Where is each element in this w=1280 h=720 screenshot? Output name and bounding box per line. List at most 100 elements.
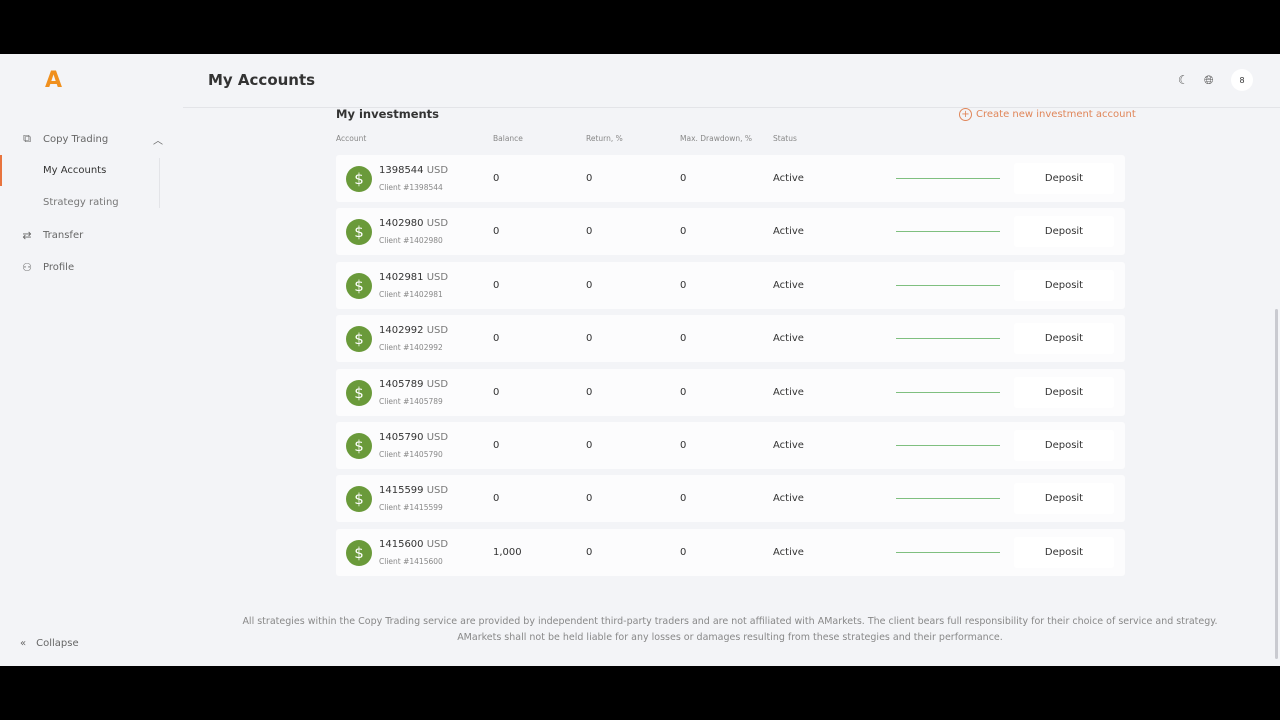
deposit-button[interactable]: Deposit: [1014, 483, 1114, 515]
table-row[interactable]: $ 1415600 USD Client #1415600 1,000 0 0 …: [336, 528, 1125, 576]
currency: USD: [426, 165, 449, 176]
create-investment-account-button[interactable]: + Create new investment account: [959, 108, 1136, 121]
sidebar-item-my-accounts[interactable]: My Accounts: [43, 165, 106, 176]
currency: USD: [426, 432, 449, 443]
table-row[interactable]: $ 1415599 USD Client #1415599 0 0 0 Acti…: [336, 475, 1125, 523]
table-row[interactable]: $ 1405789 USD Client #1405789 0 0 0 Acti…: [336, 368, 1125, 416]
app: A ⧉ Copy Trading ︿ My Accounts Strategy …: [0, 54, 1280, 666]
currency: USD: [426, 271, 449, 283]
deposit-button[interactable]: Deposit: [1014, 430, 1114, 461]
plus-circle-icon: +: [959, 108, 972, 121]
drawdown: 0: [680, 546, 687, 558]
scrollbar[interactable]: [1275, 309, 1278, 659]
sparkline: [896, 178, 1000, 179]
sparkline: [896, 284, 1000, 286]
balance: 0: [493, 173, 500, 184]
drawdown: 0: [680, 333, 687, 345]
table-row[interactable]: $ 1402992 USD Client #1402992 0 0 0 Acti…: [336, 315, 1125, 363]
column-header-return: Return, %: [586, 134, 623, 143]
drawdown: 0: [680, 279, 687, 291]
account-id: 1415600: [379, 538, 424, 550]
return: 0: [586, 279, 593, 291]
dollar-icon: $: [346, 433, 372, 459]
drawdown: 0: [680, 386, 687, 398]
avatar[interactable]: 8: [1231, 69, 1253, 91]
account-id: 1398544: [379, 165, 424, 176]
sidebar-item-label: Transfer: [43, 229, 84, 241]
account-number: 1402992 USD: [379, 325, 448, 336]
balance: 0: [493, 333, 500, 345]
client-id: Client #1415600: [379, 556, 443, 566]
profile-icon: ⚇: [22, 260, 32, 274]
drawdown: 0: [680, 440, 687, 451]
copy-trading-icon: ⧉: [23, 132, 31, 145]
dollar-icon: $: [346, 486, 372, 513]
client-id: Client #1402980: [379, 236, 443, 246]
column-header-account: Account: [336, 134, 367, 143]
dollar-icon: $: [346, 539, 372, 566]
status: Active: [773, 440, 804, 451]
collapse-button[interactable]: « Collapse: [20, 638, 89, 649]
drawdown: 0: [680, 226, 687, 238]
return: 0: [586, 493, 593, 505]
active-indicator: [0, 155, 2, 186]
deposit-button[interactable]: Deposit: [1014, 323, 1114, 355]
account-id: 1405790: [379, 432, 424, 443]
deposit-button[interactable]: Deposit: [1014, 536, 1114, 568]
sparkline: [896, 231, 1000, 233]
balance: 0: [493, 386, 500, 398]
currency: USD: [426, 218, 449, 230]
status: Active: [773, 493, 804, 505]
sparkline: [896, 445, 1000, 446]
sparkline: [896, 338, 1000, 340]
column-header-balance: Balance: [493, 134, 523, 143]
sidebar-item-strategy-rating[interactable]: Strategy rating: [43, 197, 119, 208]
balance: 0: [493, 440, 500, 451]
deposit-button[interactable]: Deposit: [1014, 163, 1114, 194]
account-number: 1415599 USD: [379, 485, 448, 496]
sidebar: A ⧉ Copy Trading ︿ My Accounts Strategy …: [0, 54, 183, 666]
section-title: My investments: [336, 107, 440, 121]
table-row[interactable]: $ 1402981 USD Client #1402981 0 0 0 Acti…: [336, 261, 1125, 309]
deposit-button[interactable]: Deposit: [1014, 216, 1114, 248]
balance: 0: [493, 279, 500, 291]
return: 0: [586, 226, 593, 238]
page-title: My Accounts: [208, 71, 316, 89]
table-row[interactable]: $ 1398544 USD Client #1398544 0 0 0 Acti…: [336, 155, 1125, 202]
deposit-button[interactable]: Deposit: [1014, 269, 1114, 301]
account-number: 1402980 USD: [379, 218, 448, 229]
sidebar-item-label: Profile: [43, 261, 75, 273]
transfer-icon: ⇄: [22, 228, 32, 242]
moon-icon[interactable]: ☾: [1178, 73, 1189, 87]
dollar-icon: $: [346, 219, 372, 246]
sidebar-item-profile[interactable]: ⚇ Profile: [0, 255, 183, 279]
balance: 1,000: [493, 546, 522, 558]
status: Active: [773, 279, 804, 291]
client-id: Client #1405790: [379, 450, 443, 459]
deposit-button[interactable]: Deposit: [1014, 376, 1114, 408]
logo[interactable]: A: [45, 68, 62, 93]
currency: USD: [426, 378, 449, 390]
return: 0: [586, 386, 593, 398]
status: Active: [773, 546, 804, 558]
account-id: 1402980: [379, 218, 424, 230]
dollar-icon: $: [346, 166, 372, 192]
return: 0: [586, 173, 593, 184]
sidebar-item-transfer[interactable]: ⇄ Transfer: [0, 223, 183, 247]
balance: 0: [493, 493, 500, 505]
chevron-up-icon[interactable]: ︿: [153, 132, 163, 147]
account-id: 1402981: [379, 271, 424, 283]
table-row[interactable]: $ 1405790 USD Client #1405790 0 0 0 Acti…: [336, 422, 1125, 469]
client-id: Client #1398544: [379, 183, 443, 192]
table-row[interactable]: $ 1402980 USD Client #1402980 0 0 0 Acti…: [336, 208, 1125, 256]
client-id: Client #1415599: [379, 503, 443, 513]
account-number: 1405789 USD: [379, 379, 448, 390]
collapse-label: Collapse: [36, 638, 79, 649]
status: Active: [773, 386, 804, 398]
globe-icon[interactable]: 🌐︎: [1204, 73, 1214, 88]
drawdown: 0: [680, 493, 687, 505]
client-id: Client #1402992: [379, 343, 443, 353]
account-id: 1405789: [379, 378, 424, 390]
currency: USD: [426, 538, 449, 550]
currency: USD: [426, 485, 449, 497]
